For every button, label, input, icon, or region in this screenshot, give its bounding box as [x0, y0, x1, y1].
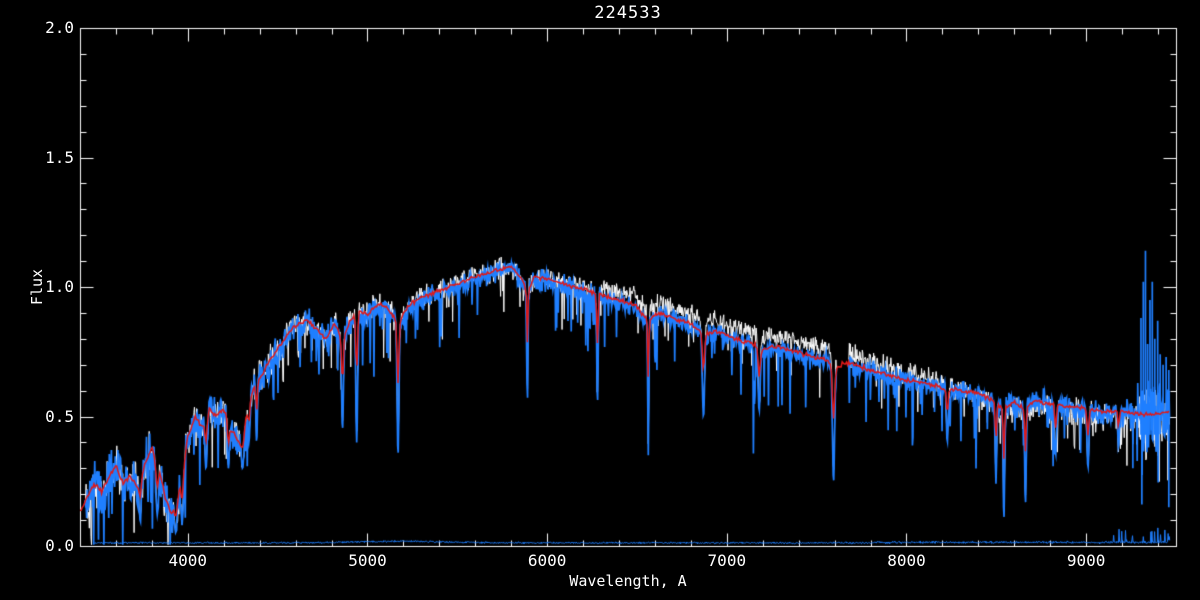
page-title: 224533 — [594, 3, 662, 23]
spectrum-figure: 224533 Wavelength, A Flux 4000 5000 6000 70… — [0, 0, 1200, 600]
x-axis-label: Wavelength, A — [569, 572, 687, 590]
x-tick-label: 5000 — [348, 551, 387, 570]
y-tick-label: 2.0 — [45, 18, 74, 37]
x-tick-label: 7000 — [707, 551, 747, 570]
x-tick-label: 6000 — [527, 551, 567, 570]
y-tick-label: 1.5 — [45, 147, 74, 167]
y-tick-label: 1.0 — [45, 277, 74, 296]
y-tick-label: 0.0 — [45, 536, 74, 555]
x-tick-label: 4000 — [168, 551, 208, 570]
x-tick-label: 9000 — [1066, 551, 1106, 570]
spectrum-canvas — [0, 0, 1200, 600]
x-tick-label: 8000 — [887, 551, 926, 570]
y-tick-label: 0.5 — [45, 406, 74, 426]
